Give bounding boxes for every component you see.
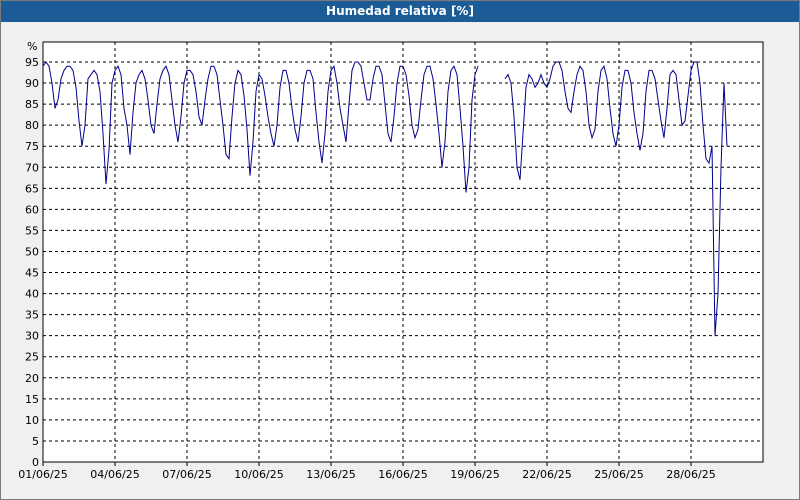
y-axis: 05101520253035404550556065707580859095	[25, 56, 39, 469]
x-tick-label: 28/06/25	[666, 468, 715, 481]
chart-window: Humedad relativa [%] 0 5 10 15 20 25 30 35 40 45 5…	[0, 0, 800, 500]
humidity-chart: 05101520253035404550556065707580859095 0…	[18, 40, 764, 481]
x-tick-label: 07/06/25	[162, 468, 211, 481]
y-tick-label: 5	[32, 435, 39, 448]
y-tick-label: 20	[25, 372, 39, 385]
y-tick-label: 40	[25, 288, 39, 301]
y-axis-label: %	[27, 40, 37, 53]
y-tick-label: 15	[25, 393, 39, 406]
y-tick-label: 50	[25, 245, 39, 258]
x-tick-label: 13/06/25	[306, 468, 355, 481]
y-tick-label: 65	[25, 182, 39, 195]
x-tick-label: 19/06/25	[450, 468, 499, 481]
x-axis: 01/06/25 04/06/25 07/06/25 10/06/25 13/06/25…	[18, 462, 716, 481]
x-tick-label: 22/06/25	[522, 468, 571, 481]
x-tick-label: 16/06/25	[378, 468, 427, 481]
y-tick-label: 80	[25, 119, 39, 132]
y-tick-label: 75	[25, 140, 39, 153]
x-tick-label: 25/06/25	[594, 468, 643, 481]
x-tick-label: 01/06/25	[18, 468, 67, 481]
y-tick-label: 30	[25, 330, 39, 343]
x-tick-label: 04/06/25	[90, 468, 139, 481]
y-tick-label: 90	[25, 77, 39, 90]
y-tick-label: 70	[25, 161, 39, 174]
y-tick-label: 10	[25, 414, 39, 427]
y-tick-label: 60	[25, 203, 39, 216]
y-tick-label: 55	[25, 224, 39, 237]
y-tick-label: 45	[25, 267, 39, 280]
y-tick-label: 25	[25, 351, 39, 364]
y-tick-label: 95	[25, 56, 39, 69]
x-tick-label: 10/06/25	[234, 468, 283, 481]
y-tick-label: 85	[25, 98, 39, 111]
y-tick-label: 35	[25, 309, 39, 322]
